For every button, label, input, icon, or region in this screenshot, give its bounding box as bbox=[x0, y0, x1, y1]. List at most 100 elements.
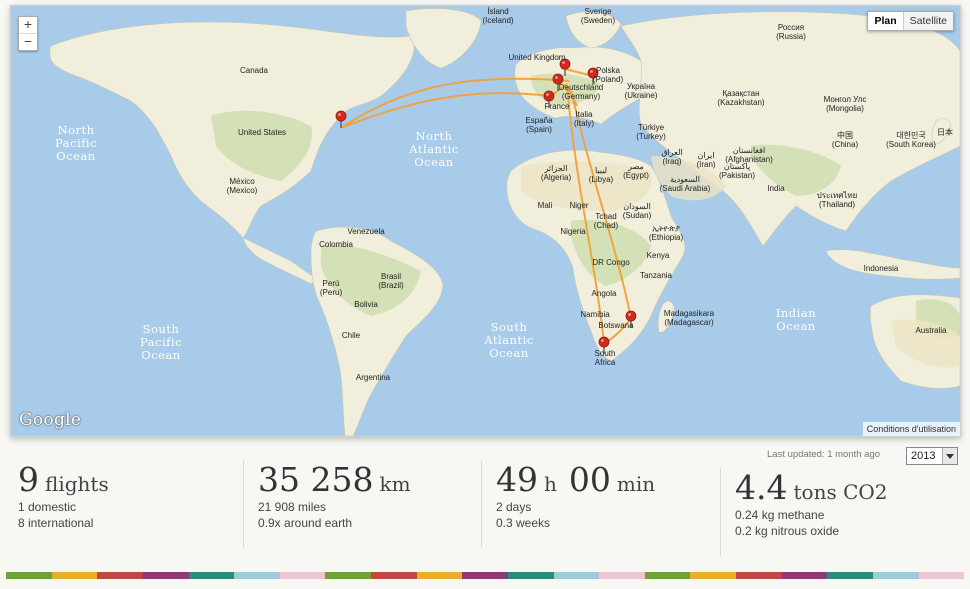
stat-distance: 35 258 km 21 908 miles 0.9x around earth bbox=[243, 460, 493, 548]
stripe-segment bbox=[872, 572, 919, 579]
country-label: (Iceland) bbox=[482, 16, 513, 25]
terms-link[interactable]: Conditions d'utilisation bbox=[862, 422, 960, 436]
country-label: DR Congo bbox=[592, 258, 630, 267]
stripe-segment bbox=[781, 572, 828, 579]
country-label: Монгол Улс bbox=[824, 95, 867, 104]
last-updated-text: Last updated: 1 month ago bbox=[767, 449, 881, 460]
country-label: Perú bbox=[323, 279, 340, 288]
country-label: (Madagascar) bbox=[664, 318, 714, 327]
country-label: الجزائر bbox=[543, 164, 567, 173]
country-label: (Peru) bbox=[320, 288, 343, 297]
stat-value: 4.4 bbox=[735, 468, 788, 507]
country-label: (Italy) bbox=[574, 119, 594, 128]
country-label: (Thailand) bbox=[819, 200, 855, 209]
country-label: Madagasikara bbox=[664, 309, 715, 318]
landmass-central-america bbox=[242, 237, 317, 285]
country-label: Deutschland bbox=[559, 83, 603, 92]
stripe-segment bbox=[279, 572, 326, 579]
country-label: (Germany) bbox=[562, 92, 601, 101]
stripe-segment bbox=[690, 572, 736, 579]
country-label: Sverige bbox=[584, 7, 612, 16]
country-label: España bbox=[525, 116, 553, 125]
country-label: Россия bbox=[778, 23, 804, 32]
stripe-segment bbox=[97, 572, 143, 579]
country-label: Argentina bbox=[356, 373, 391, 382]
country-label: Tchad bbox=[595, 212, 616, 221]
country-label: Australia bbox=[915, 326, 947, 335]
country-label: ایران bbox=[698, 151, 715, 160]
country-label: (Mongolia) bbox=[826, 104, 864, 113]
map-type-control: Plan Satellite bbox=[867, 11, 954, 31]
country-label: (Ukraine) bbox=[625, 91, 658, 100]
ocean-label-indian: Indian Ocean bbox=[776, 306, 816, 333]
flight-map[interactable]: North Pacific Ocean North Atlantic Ocean Sou… bbox=[10, 5, 961, 437]
country-label: Tanzania bbox=[640, 271, 673, 280]
country-label: ประเทศไทย bbox=[817, 191, 858, 200]
stat-emissions-headline: 4.4 tons CO2 bbox=[735, 468, 965, 507]
ocean-label-south-atlantic: South Atlantic Ocean bbox=[483, 320, 533, 360]
google-logo[interactable]: Google bbox=[19, 410, 81, 430]
country-label: India bbox=[767, 184, 785, 193]
ocean-label-north-atlantic: North Atlantic Ocean bbox=[408, 129, 458, 169]
country-label: United Kingdom bbox=[509, 53, 566, 62]
stripe-segment bbox=[6, 572, 52, 579]
stripe-segment bbox=[507, 572, 554, 579]
country-label: (Kazakhstan) bbox=[717, 98, 764, 107]
stat-unit: km bbox=[379, 472, 411, 496]
country-label: (South Korea) bbox=[886, 140, 936, 149]
map-type-plan-button[interactable]: Plan bbox=[868, 12, 904, 30]
country-label: 中国 bbox=[837, 130, 853, 140]
stripe-segment bbox=[599, 572, 645, 579]
country-label: Italia bbox=[576, 110, 593, 119]
landmass-asia bbox=[620, 11, 960, 247]
landmass-greenland bbox=[405, 8, 482, 69]
stat-flights: 9 flights 1 domestic 8 international bbox=[18, 460, 238, 548]
zoom-in-button[interactable]: + bbox=[19, 17, 37, 33]
stripe-segment bbox=[188, 572, 235, 579]
country-label: United States bbox=[238, 128, 286, 137]
country-label: México bbox=[229, 177, 255, 186]
stats-panel: 9 flights 1 domestic 8 international 35 2… bbox=[0, 460, 970, 556]
stripe-segment bbox=[234, 572, 280, 579]
stripe-segment bbox=[325, 572, 371, 579]
stat-detail: 8 international bbox=[18, 516, 94, 530]
country-label: السعودية bbox=[670, 175, 700, 184]
country-label: 日本 bbox=[937, 127, 953, 137]
country-label: (Egypt) bbox=[623, 171, 649, 180]
zoom-out-button[interactable]: − bbox=[19, 33, 37, 50]
country-label: Brasil bbox=[381, 272, 401, 281]
country-label: (Iraq) bbox=[662, 157, 681, 166]
country-label: France bbox=[545, 102, 570, 111]
country-label: Chile bbox=[342, 331, 361, 340]
country-label: (Iran) bbox=[696, 160, 715, 169]
stripe-segment bbox=[462, 572, 508, 579]
country-label: (Chad) bbox=[594, 221, 619, 230]
country-label: پاکستان bbox=[724, 162, 750, 171]
stat-flights-headline: 9 flights bbox=[18, 460, 238, 499]
stat-unit: flights bbox=[45, 472, 109, 496]
country-label: (Poland) bbox=[593, 75, 624, 84]
country-label: (Russia) bbox=[776, 32, 806, 41]
stripe-segment bbox=[371, 572, 417, 579]
ocean-label-north-pacific: North Pacific Ocean bbox=[55, 123, 97, 163]
country-label: (Spain) bbox=[526, 125, 552, 134]
stat-detail: 21 908 miles bbox=[258, 500, 327, 514]
country-label: South bbox=[595, 349, 616, 358]
country-label: افغانستان bbox=[733, 146, 765, 155]
country-label: Niger bbox=[569, 201, 588, 210]
stripe-segment bbox=[644, 572, 691, 579]
country-label: Namibia bbox=[580, 310, 610, 319]
country-label: Қазақстан bbox=[722, 89, 759, 98]
ocean-label-south-pacific: South Pacific Ocean bbox=[140, 322, 182, 362]
stat-unit: tons CO2 bbox=[793, 480, 888, 504]
stat-detail: 1 domestic bbox=[18, 500, 77, 514]
stripe-segment bbox=[416, 572, 463, 579]
map-type-satellite-button[interactable]: Satellite bbox=[903, 12, 953, 30]
country-label: Kenya bbox=[647, 251, 670, 260]
country-label: (Mexico) bbox=[227, 186, 258, 195]
country-label: ليبيا bbox=[595, 166, 607, 175]
country-label: (Pakistan) bbox=[719, 171, 755, 180]
stat-duration: 49 h 00 min 2 days 0.3 weeks bbox=[481, 460, 721, 548]
country-label: 대한민국 bbox=[896, 130, 925, 140]
country-label: Indonesia bbox=[864, 264, 899, 273]
